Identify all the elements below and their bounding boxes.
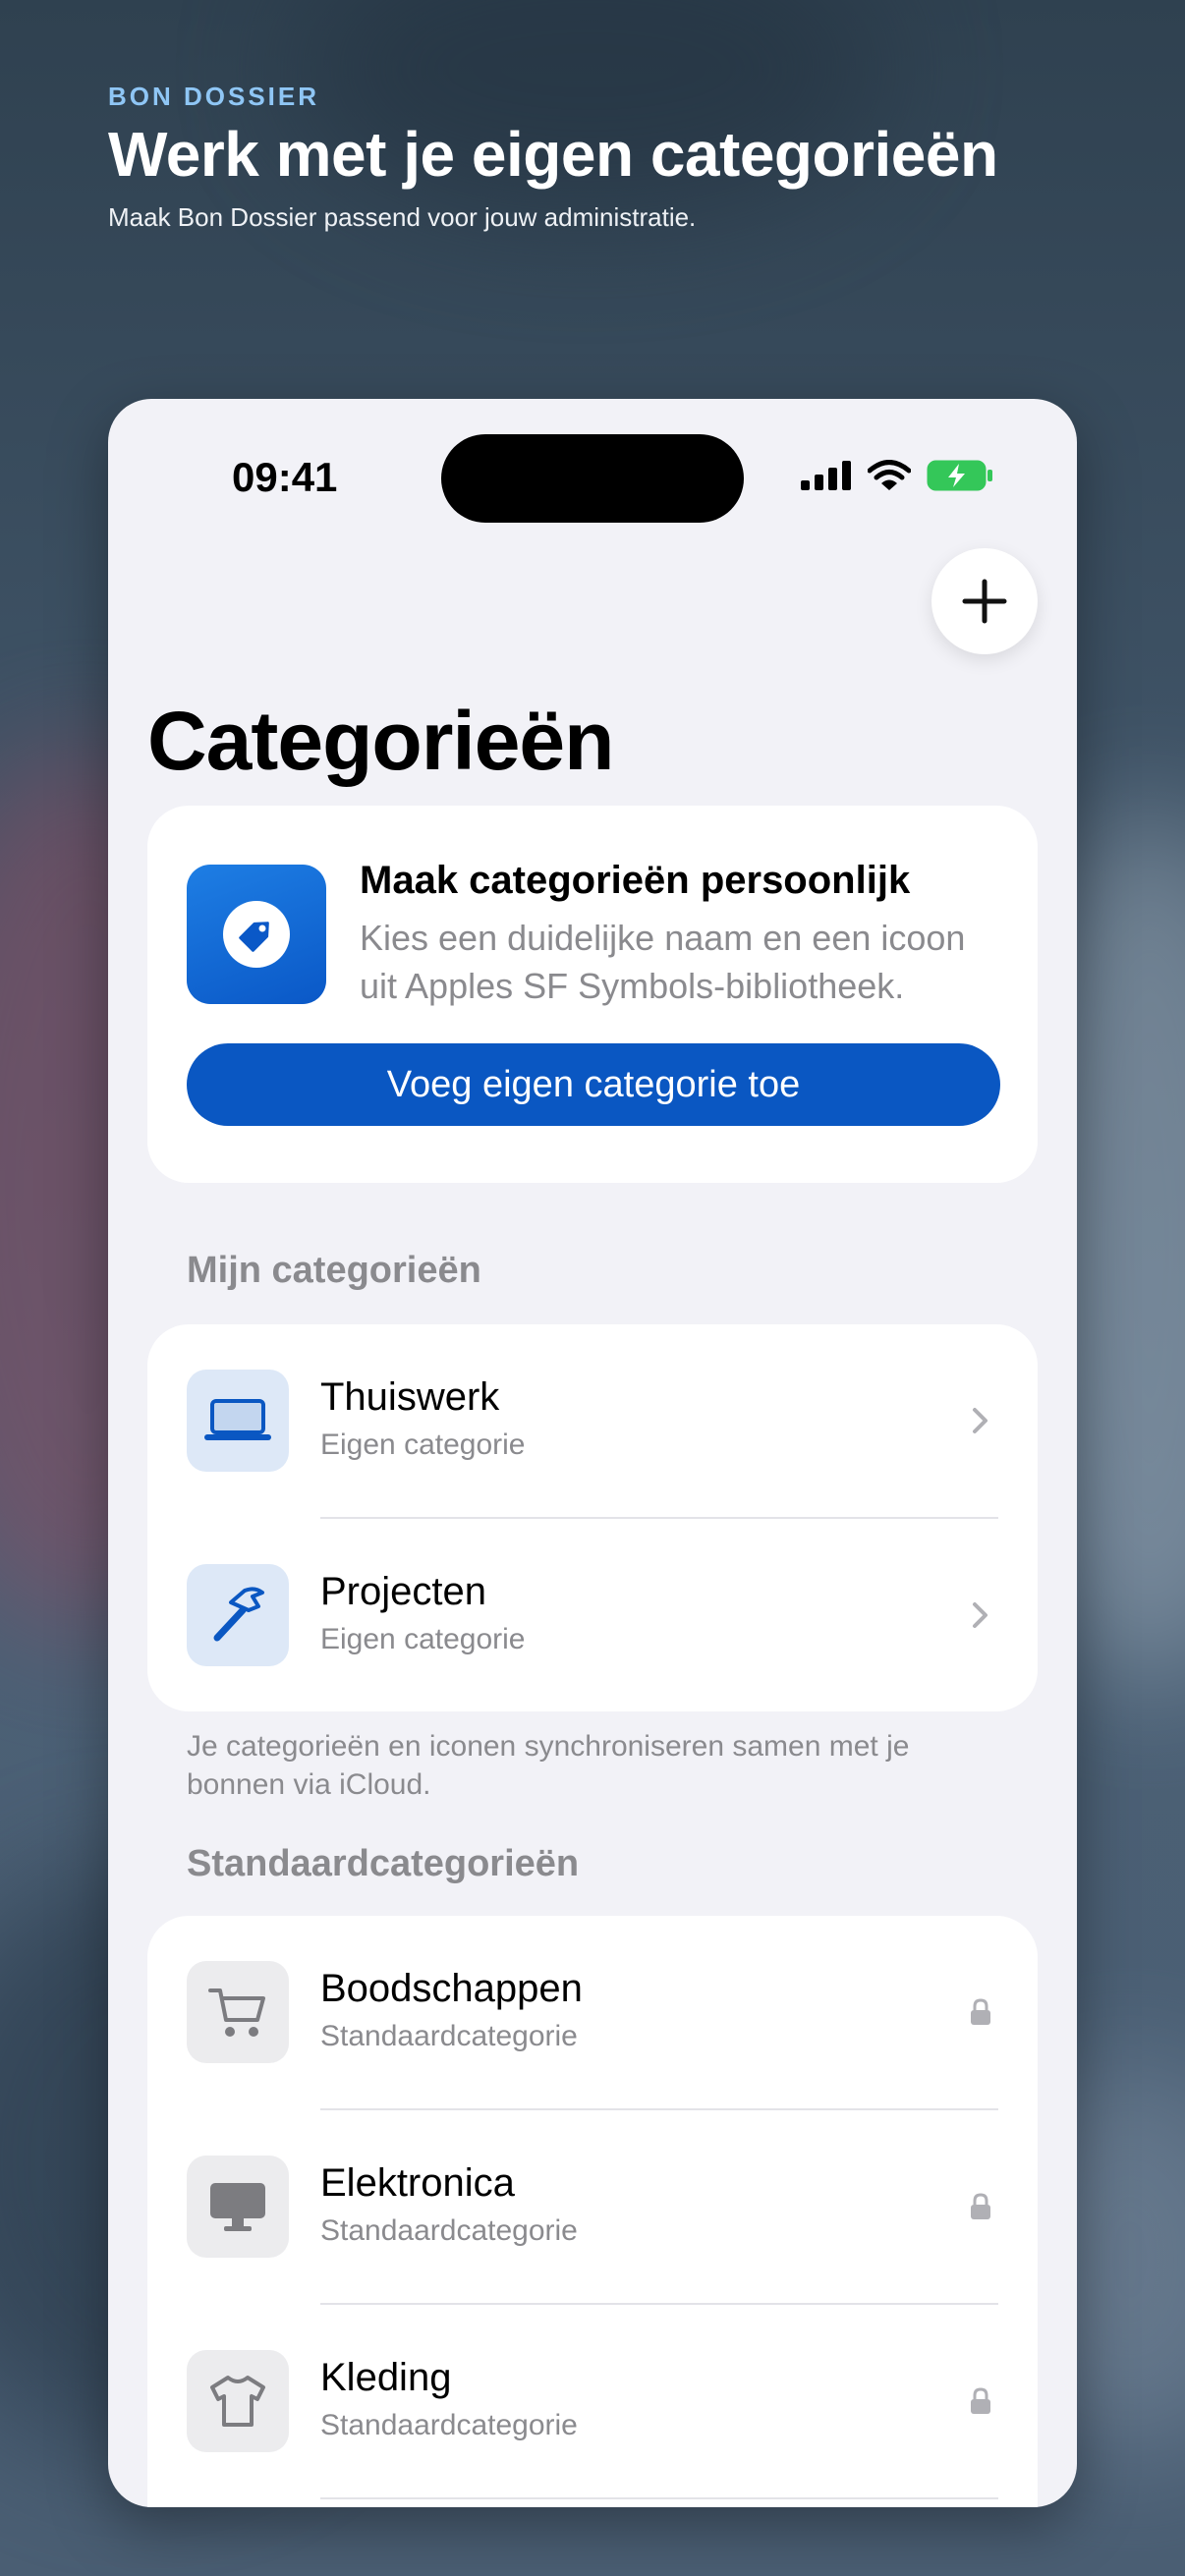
- list-item-title: Boodschappen: [320, 1967, 583, 2010]
- sync-footnote: Je categorieën en iconen synchroniseren …: [187, 1730, 910, 1801]
- list-item-subtitle: Standaardcategorie: [320, 2214, 578, 2247]
- status-time: 09:41: [232, 454, 338, 500]
- list-item-subtitle: Eigen categorie: [320, 1428, 526, 1461]
- personalize-card: Maak categorieën persoonlijk Kies een du…: [147, 806, 1038, 1183]
- promo-headline: Werk met je eigen categorieën: [108, 119, 998, 190]
- standard-categories-list: Boodschappen Standaardcategorie Elektron…: [147, 1916, 1038, 2507]
- list-item-subtitle: Standaardcategorie: [320, 2020, 578, 2052]
- cart-icon: [187, 1961, 289, 2063]
- battery-charging-icon: [927, 460, 992, 491]
- desktop-icon: [187, 2156, 289, 2258]
- add-custom-category-button[interactable]: Voeg eigen categorie toe: [187, 1043, 1000, 1126]
- add-category-button[interactable]: [931, 548, 1038, 654]
- list-item-subtitle: Eigen categorie: [320, 1623, 526, 1655]
- lock-icon: [963, 2383, 998, 2419]
- personalize-description: Kies een duidelijke naam en een icoon ui…: [360, 918, 966, 1006]
- list-item-projecten[interactable]: Projecten Eigen categorie: [147, 1519, 1038, 1711]
- tshirt-icon: [187, 2350, 289, 2452]
- hammer-icon: [187, 1564, 289, 1666]
- lock-icon: [963, 1994, 998, 2030]
- phone-screen: 09:41 Categorieën Maak categorieën perso…: [108, 399, 1077, 2507]
- list-item-title: Kleding: [320, 2356, 452, 2399]
- list-item-thuiswerk[interactable]: Thuiswerk Eigen categorie: [147, 1324, 1038, 1517]
- dynamic-island: [441, 434, 744, 523]
- tag-icon: [187, 865, 326, 1004]
- list-item-boodschappen[interactable]: Boodschappen Standaardcategorie: [147, 1916, 1038, 2108]
- promo-subline: Maak Bon Dossier passend voor jouw admin…: [108, 202, 697, 232]
- standard-categories-header: Standaardcategorieën: [187, 1843, 580, 1884]
- list-item-title: Thuiswerk: [320, 1375, 500, 1419]
- lock-icon: [963, 2189, 998, 2224]
- list-item-kleding[interactable]: Kleding Standaardcategorie: [147, 2305, 1038, 2497]
- cellular-signal-icon: [801, 461, 851, 490]
- chevron-right-icon: [963, 1403, 998, 1438]
- list-item-subtitle: Standaardcategorie: [320, 2409, 578, 2441]
- list-item-title: Projecten: [320, 1570, 486, 1613]
- list-item-elektronica[interactable]: Elektronica Standaardcategorie: [147, 2110, 1038, 2303]
- wifi-icon: [868, 460, 911, 490]
- personalize-title: Maak categorieën persoonlijk: [360, 859, 911, 902]
- my-categories-list: Thuiswerk Eigen categorie Projecten Eige…: [147, 1324, 1038, 1711]
- chevron-right-icon: [963, 1597, 998, 1633]
- promo-header: BON DOSSIER Werk met je eigen categorieë…: [108, 79, 1091, 233]
- plus-icon: [962, 579, 1007, 624]
- list-item-title: Elektronica: [320, 2161, 515, 2205]
- row-divider: [320, 2497, 998, 2499]
- promo-eyebrow: BON DOSSIER: [108, 82, 320, 111]
- my-categories-header: Mijn categorieën: [187, 1250, 481, 1291]
- page-title: Categorieën: [147, 695, 614, 787]
- laptop-icon: [187, 1370, 289, 1472]
- status-icons: [801, 458, 993, 493]
